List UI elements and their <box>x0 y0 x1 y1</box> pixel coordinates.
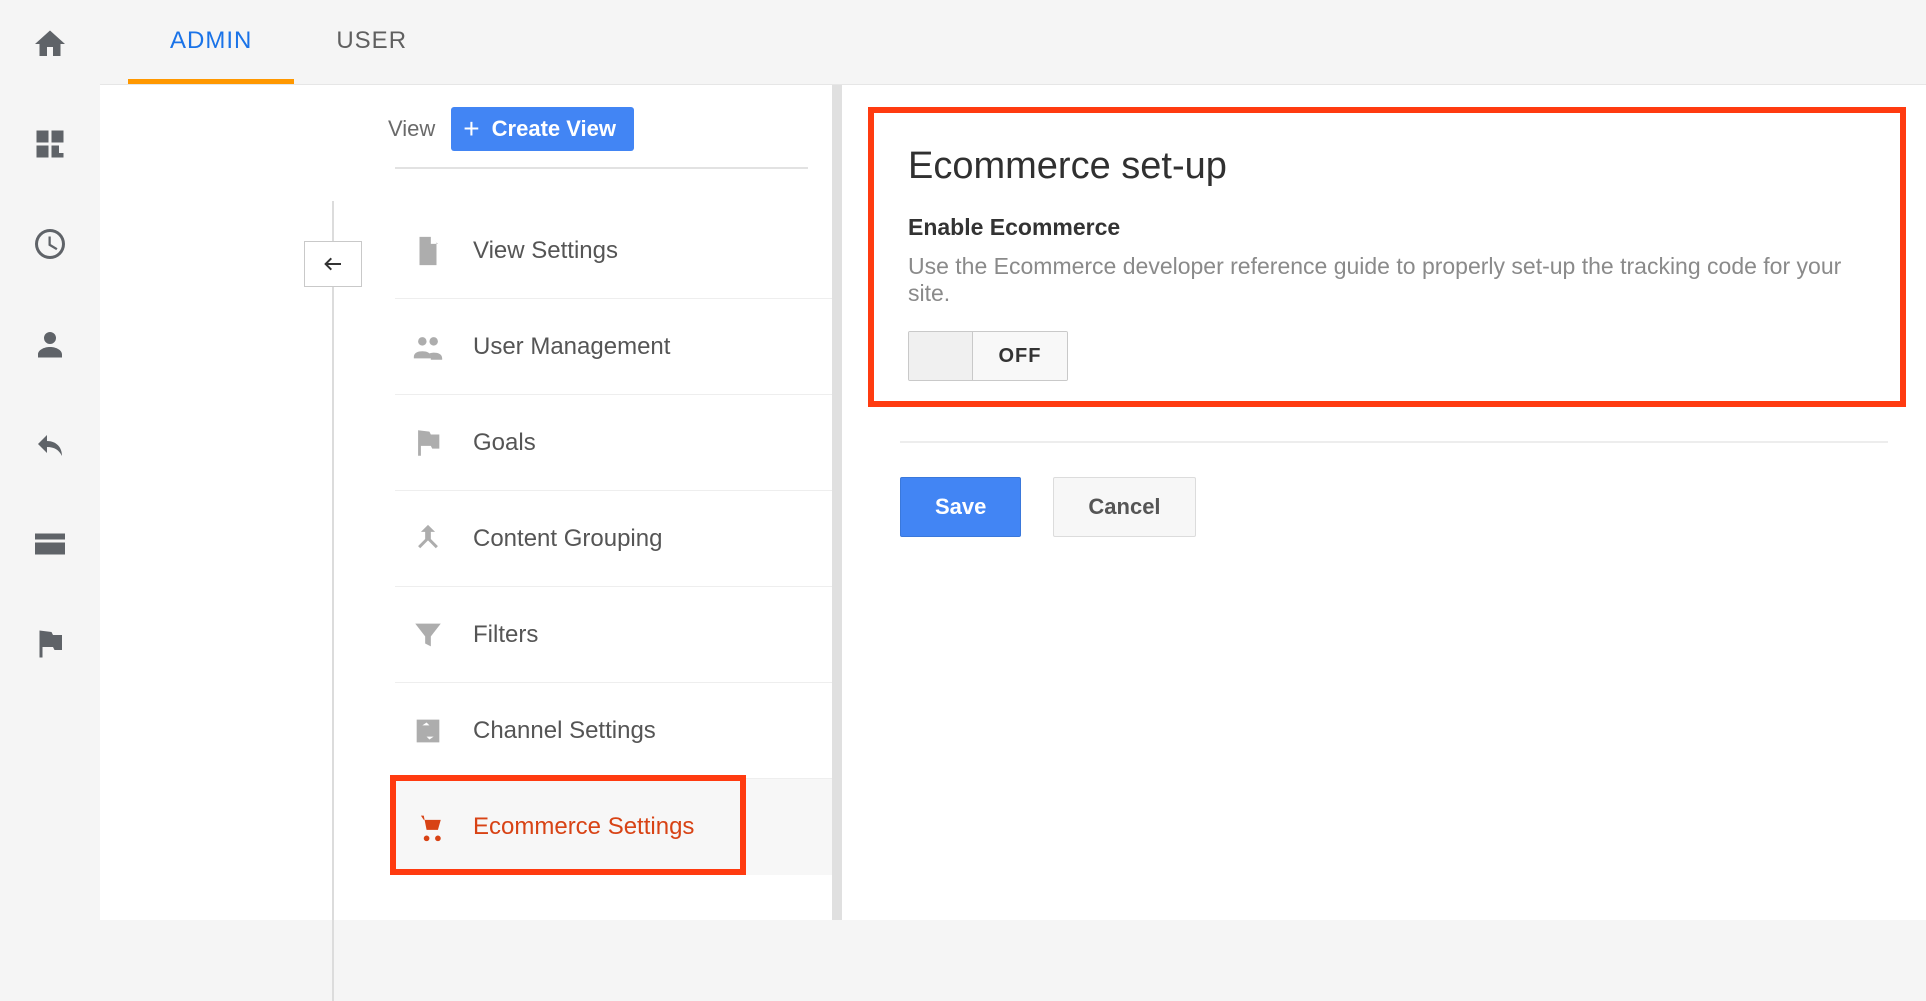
nav-filters[interactable]: Filters <box>395 587 832 683</box>
nav-content-grouping[interactable]: Content Grouping <box>395 491 832 587</box>
nav-label: Goals <box>473 429 536 457</box>
separator <box>900 441 1888 443</box>
detail-panel: Ecommerce set-up Enable Ecommerce Use th… <box>842 85 1926 920</box>
funnel-icon <box>411 618 445 652</box>
left-app-rail <box>0 0 100 920</box>
tree-line <box>332 201 334 1001</box>
ecommerce-title: Ecommerce set-up <box>908 145 1880 188</box>
clock-icon[interactable] <box>28 222 72 266</box>
nav-label: Channel Settings <box>473 717 656 745</box>
ecommerce-subheading: Enable Ecommerce <box>908 214 1880 241</box>
tab-user[interactable]: USER <box>294 1 449 84</box>
view-label: View <box>388 116 435 142</box>
divider <box>395 167 808 169</box>
nav-label: Content Grouping <box>473 525 662 553</box>
group-icon <box>411 330 445 364</box>
toggle-knob <box>909 332 973 380</box>
nav-goals[interactable]: Goals <box>395 395 832 491</box>
nav-user-management[interactable]: User Management <box>395 299 832 395</box>
share-icon[interactable] <box>28 422 72 466</box>
nav-label: Ecommerce Settings <box>473 813 694 841</box>
save-button[interactable]: Save <box>900 477 1021 537</box>
plus-icon: + <box>463 115 479 143</box>
card-icon[interactable] <box>28 522 72 566</box>
toggle-state: OFF <box>973 332 1067 380</box>
home-icon[interactable] <box>28 22 72 66</box>
nav-view-settings[interactable]: View Settings <box>395 203 832 299</box>
flag-icon <box>411 426 445 460</box>
flag-icon[interactable] <box>28 622 72 666</box>
file-icon <box>411 234 445 268</box>
ecommerce-description: Use the Ecommerce developer reference gu… <box>908 253 1880 307</box>
dashboard-icon[interactable] <box>28 122 72 166</box>
swap-icon <box>411 714 445 748</box>
user-icon[interactable] <box>28 322 72 366</box>
create-view-button[interactable]: + Create View <box>451 107 634 151</box>
cancel-button[interactable]: Cancel <box>1053 477 1195 537</box>
nav-label: Filters <box>473 621 538 649</box>
tab-admin[interactable]: ADMIN <box>128 1 294 84</box>
enable-ecommerce-toggle[interactable]: OFF <box>908 331 1068 381</box>
cart-icon <box>411 810 445 844</box>
nav-ecommerce-settings[interactable]: Ecommerce Settings <box>395 779 832 875</box>
merge-icon <box>411 522 445 556</box>
create-view-label: Create View <box>492 116 616 142</box>
admin-tabs: ADMIN USER <box>100 0 1926 84</box>
view-panel: View + Create View View Settings <box>100 85 842 920</box>
nav-channel-settings[interactable]: Channel Settings <box>395 683 832 779</box>
view-nav-list: View Settings User Management Goals Cont… <box>395 203 832 875</box>
back-button[interactable] <box>304 241 362 287</box>
nav-label: View Settings <box>473 237 618 265</box>
nav-label: User Management <box>473 333 670 361</box>
